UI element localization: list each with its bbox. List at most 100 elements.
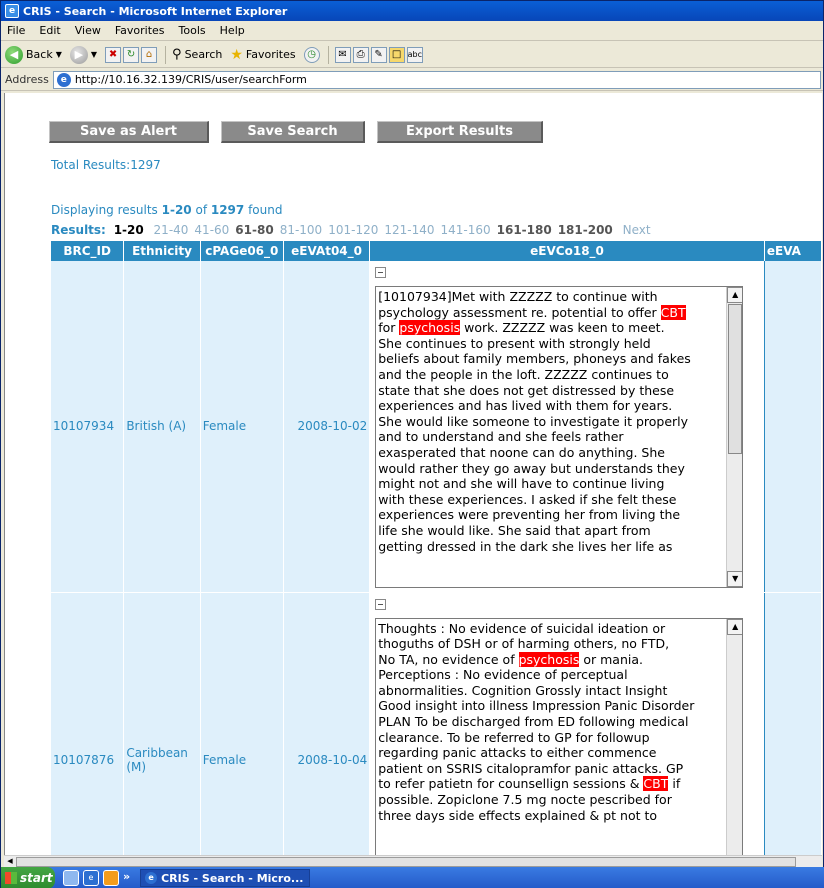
note-line: to refer patietn for counsellign session… bbox=[378, 776, 724, 792]
note-text-segment: patient on SSRIS citalopramfor panic att… bbox=[378, 760, 684, 776]
pager-link[interactable]: 181-200 bbox=[558, 223, 613, 237]
ie-icon[interactable]: e bbox=[83, 870, 99, 886]
note-line: Perceptions : No evidence of perceptual bbox=[378, 667, 724, 683]
page-icon: e bbox=[56, 72, 71, 87]
pager-link[interactable]: 121-140 bbox=[384, 223, 434, 237]
h-scroll-thumb[interactable] bbox=[16, 857, 796, 867]
note-line: experiences were preventing her from liv… bbox=[378, 507, 724, 523]
forward-button[interactable]: ▶ ▼ bbox=[69, 45, 97, 64]
taskbar: start e » e CRIS - Search - Micro... bbox=[1, 867, 824, 888]
taskbar-item-cris[interactable]: e CRIS - Search - Micro... bbox=[140, 869, 311, 887]
note-line: clearance. To be referred to GP for foll… bbox=[378, 730, 724, 746]
note-line: exasperated that noone can do anything. … bbox=[378, 445, 724, 461]
address-label: Address bbox=[5, 73, 49, 86]
mail-icon[interactable]: ✉ bbox=[334, 46, 351, 63]
cell-brc-id[interactable]: 10107934 bbox=[51, 261, 125, 593]
media-icon[interactable] bbox=[103, 870, 119, 886]
save-as-alert-button[interactable]: Save as Alert bbox=[49, 121, 209, 143]
search-button[interactable]: ⚲ Search bbox=[172, 47, 222, 62]
menu-help[interactable]: Help bbox=[220, 24, 245, 37]
cell-date: 2008-10-02 bbox=[283, 261, 371, 593]
note-text-segment: work. ZZZZZ was keen to meet. bbox=[460, 320, 665, 336]
col-header-ethnicity[interactable]: Ethnicity bbox=[123, 241, 201, 261]
cell-brc-id[interactable]: 10107876 bbox=[51, 592, 125, 855]
print-icon[interactable]: ⎙ bbox=[352, 46, 369, 63]
page-viewport: Save as Alert Save Search Export Results… bbox=[4, 93, 822, 855]
note-line: PLAN To be discharged from ED following … bbox=[378, 714, 724, 730]
pager-link[interactable]: 21-40 bbox=[154, 223, 189, 237]
address-input[interactable]: e http://10.16.32.139/CRIS/user/searchFo… bbox=[52, 70, 821, 89]
dropdown-arrow-icon: ▼ bbox=[55, 50, 62, 59]
vertical-scrollbar[interactable]: ▲ ▼ bbox=[726, 287, 743, 587]
displaying-results: Displaying results 1-20 of 1297 found bbox=[51, 203, 283, 217]
history-icon[interactable]: ◷ bbox=[303, 46, 320, 63]
pager-link[interactable]: 41-60 bbox=[194, 223, 229, 237]
note-line: for psychosis work. ZZZZZ was keen to me… bbox=[378, 320, 724, 336]
cell-notes: [10107934]Met with ZZZZZ to continue wit… bbox=[369, 261, 765, 593]
quick-launch: e » bbox=[63, 870, 134, 886]
scroll-down-icon[interactable]: ▼ bbox=[727, 571, 743, 587]
pager-link[interactable]: 101-120 bbox=[328, 223, 378, 237]
note-text-segment: [10107934]Met with ZZZZZ to continue wit… bbox=[378, 289, 658, 304]
scroll-up-icon[interactable]: ▲ bbox=[727, 287, 743, 303]
vertical-scrollbar[interactable]: ▲ bbox=[726, 618, 743, 855]
menu-favorites[interactable]: Favorites bbox=[115, 24, 165, 37]
col-header-cpage06[interactable]: cPAGe06_0 bbox=[200, 241, 284, 261]
pager-link[interactable]: 61-80 bbox=[235, 223, 273, 237]
pager-link[interactable]: 161-180 bbox=[497, 223, 552, 237]
menu-tools[interactable]: Tools bbox=[179, 24, 206, 37]
note-line: [10107934]Met with ZZZZZ to continue wit… bbox=[378, 289, 724, 305]
note-text-segment: with these experiences. I asked if she f… bbox=[378, 491, 677, 507]
scroll-up-icon[interactable]: ▲ bbox=[727, 618, 743, 635]
start-button[interactable]: start bbox=[1, 867, 55, 888]
refresh-icon[interactable]: ↻ bbox=[123, 46, 140, 63]
menu-file[interactable]: File bbox=[7, 24, 25, 37]
desktop-icon[interactable] bbox=[63, 870, 79, 886]
favorites-button[interactable]: ★ Favorites bbox=[230, 47, 295, 63]
home-icon[interactable]: ⌂ bbox=[141, 46, 158, 63]
scroll-thumb[interactable] bbox=[728, 304, 743, 454]
note-text-segment: and to understand and she feels rather bbox=[378, 429, 624, 445]
pager-links: 21-40 41-60 61-80 81-100 101-120 121-140 141-1… bbox=[154, 223, 619, 237]
cell-gender: Female bbox=[200, 592, 284, 855]
export-results-button[interactable]: Export Results bbox=[377, 121, 543, 143]
notes-textarea[interactable]: Thoughts : No evidence of suicidal ideat… bbox=[375, 617, 744, 855]
col-header-eevco18[interactable]: eEVCo18_0 bbox=[369, 241, 765, 261]
note-text-segment: PLAN To be discharged from ED following … bbox=[378, 714, 689, 730]
note-line: regarding panic attacks to either commen… bbox=[378, 745, 724, 761]
stop-icon[interactable]: ✖ bbox=[105, 46, 122, 63]
pager-link[interactable]: 141-160 bbox=[440, 223, 490, 237]
menu-edit[interactable]: Edit bbox=[39, 24, 60, 37]
star-icon: ★ bbox=[230, 46, 243, 63]
col-header-eevat04[interactable]: eEVAt04_0 bbox=[283, 241, 371, 261]
chevron-icon[interactable]: » bbox=[123, 870, 130, 886]
note-text-segment: beliefs about family members, phoneys an… bbox=[378, 351, 691, 367]
note-text-segment: for bbox=[378, 320, 400, 336]
note-text-segment: three days side effects explained & pt n… bbox=[378, 807, 658, 823]
note-text-segment: or mania. bbox=[579, 651, 643, 667]
save-search-button[interactable]: Save Search bbox=[221, 121, 365, 143]
cell-eeva bbox=[764, 261, 822, 593]
total-results: Total Results:1297 bbox=[51, 158, 161, 172]
collapse-icon[interactable] bbox=[375, 267, 387, 278]
cell-date: 2008-10-04 bbox=[283, 592, 371, 855]
note-text-segment: exasperated that noone can do anything. … bbox=[378, 444, 665, 460]
edit-icon[interactable]: ✎ bbox=[370, 46, 387, 63]
spellcheck-icon[interactable]: abc bbox=[406, 46, 423, 63]
menu-view[interactable]: View bbox=[75, 24, 101, 37]
pager-link[interactable]: 81-100 bbox=[280, 223, 323, 237]
note-line: psychology assessment re. potential to o… bbox=[378, 304, 724, 321]
horizontal-scrollbar[interactable]: ◀ bbox=[4, 855, 822, 867]
back-button[interactable]: ◀ Back ▼ bbox=[5, 45, 62, 64]
note-line: abnormalities. Cognition Grossly intact … bbox=[378, 683, 724, 699]
pager-next-link[interactable]: Next bbox=[623, 223, 651, 237]
note-line: and the people in the loft. ZZZZZ contin… bbox=[378, 367, 724, 383]
window-title: CRIS - Search - Microsoft Internet Explo… bbox=[23, 4, 288, 18]
cell-eeva bbox=[764, 592, 822, 855]
folder-icon[interactable]: □ bbox=[388, 46, 405, 63]
collapse-icon[interactable] bbox=[375, 598, 387, 610]
col-header-eeva[interactable]: eEVA bbox=[764, 241, 822, 261]
col-header-brc-id[interactable]: BRC_ID bbox=[51, 241, 125, 261]
notes-textarea[interactable]: [10107934]Met with ZZZZZ to continue wit… bbox=[375, 286, 744, 588]
note-line: She continues to present with strongly h… bbox=[378, 336, 724, 352]
